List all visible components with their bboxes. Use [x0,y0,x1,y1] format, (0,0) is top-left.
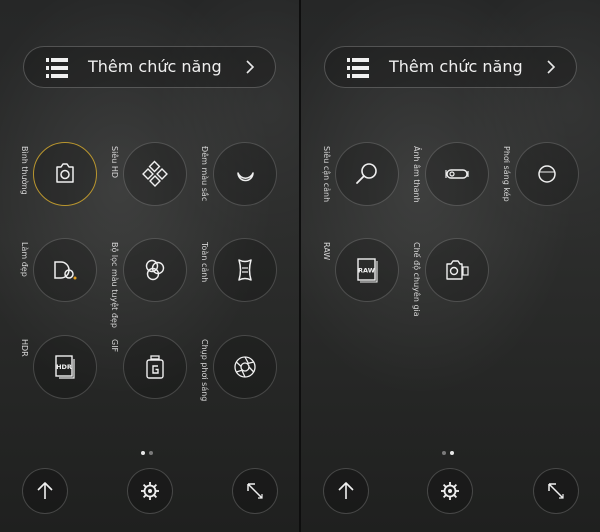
mode-label: Làm đẹp [20,242,29,277]
mode-label: Chụp phơi sáng [200,339,209,402]
edit-pen-icon [548,483,564,499]
hdr-icon: HDR [55,355,75,379]
settings-button[interactable] [127,468,173,514]
mode-color-filter[interactable]: Bộ lọc màu tuyệt đẹp [110,238,187,328]
mode-label: Ảnh âm thanh [412,146,421,203]
gif-icon [146,355,164,379]
mode-label: Siêu cận cảnh [322,146,331,203]
edit-button[interactable] [232,468,278,514]
collapse-up-button[interactable] [323,468,369,514]
add-feature-button[interactable]: Thêm chức năng [23,46,276,88]
arrow-up-icon [37,482,53,499]
mode-super-hd[interactable]: Siêu HD [110,142,187,206]
mode-gif[interactable]: GIF [110,335,187,399]
mode-sound-photo[interactable]: Ảnh âm thanh [412,142,489,206]
camera-modes-screen-page-1: Thêm chức năng Bình thường Siêu HD Đêm m… [0,0,299,532]
mode-double-exposure[interactable]: Phơi sáng kép [502,142,579,206]
camera-modes-screen-page-2: Thêm chức năng Siêu cận cảnh Ảnh âm than… [301,0,600,532]
chevron-right-icon [547,60,556,74]
edit-pen-icon [247,483,263,499]
camera-icon [56,163,74,183]
beauty-face-icon [54,261,77,280]
svg-text:HDR: HDR [56,363,72,371]
mode-label: GIF [110,339,119,353]
panorama-icon [238,259,252,281]
mode-macro[interactable]: Siêu cận cảnh [322,142,399,206]
magnifier-icon [356,163,377,184]
mode-label: Đêm màu sắc [200,146,209,202]
page-dot-active [450,451,454,455]
menu-list-icon [46,58,68,78]
collapse-up-button[interactable] [22,468,68,514]
page-indicator [440,440,456,455]
raw-icon: RAW [357,258,378,283]
add-feature-label: Thêm chức năng [389,57,523,76]
mode-label: HDR [20,339,29,357]
mode-night[interactable]: Đêm màu sắc [200,142,277,206]
diamond-grid-icon [142,160,168,187]
mode-hdr[interactable]: HDR HDR [20,335,97,399]
crescent-moon-icon [237,172,254,182]
mode-raw[interactable]: RAW RAW [322,238,399,302]
mode-label: Chế độ chuyên gia [412,242,421,317]
mode-beauty[interactable]: Làm đẹp [20,238,97,302]
mode-exposure[interactable]: Chụp phơi sáng [200,335,277,401]
mode-label: Siêu HD [110,146,119,179]
edit-button[interactable] [533,468,579,514]
arrow-up-icon [338,482,354,499]
mode-label: Toàn cảnh [200,242,209,283]
mode-label: Phơi sáng kép [502,146,511,202]
settings-button[interactable] [427,468,473,514]
add-feature-label: Thêm chức năng [88,57,222,76]
svg-text:RAW: RAW [358,267,375,275]
gear-icon [141,482,159,500]
mode-normal[interactable]: Bình thường [20,142,97,206]
mode-label: Bộ lọc màu tuyệt đẹp [110,242,119,328]
color-filter-icon [145,259,165,281]
menu-list-icon [347,58,369,78]
mode-label: RAW [322,242,331,261]
gear-icon [441,482,459,500]
mode-panorama[interactable]: Toàn cảnh [200,238,277,302]
add-feature-button[interactable]: Thêm chức năng [324,46,577,88]
aperture-icon [234,356,256,378]
mode-pro[interactable]: Chế độ chuyên gia [412,238,489,317]
mode-label: Bình thường [20,146,29,195]
pro-camera-icon [446,260,469,280]
page-dot-active [141,451,145,455]
page-dot [442,451,446,455]
page-dot [149,451,153,455]
double-exposure-icon [538,165,556,183]
page-indicator [139,440,155,455]
chevron-right-icon [246,60,255,74]
sound-photo-icon [445,169,469,179]
